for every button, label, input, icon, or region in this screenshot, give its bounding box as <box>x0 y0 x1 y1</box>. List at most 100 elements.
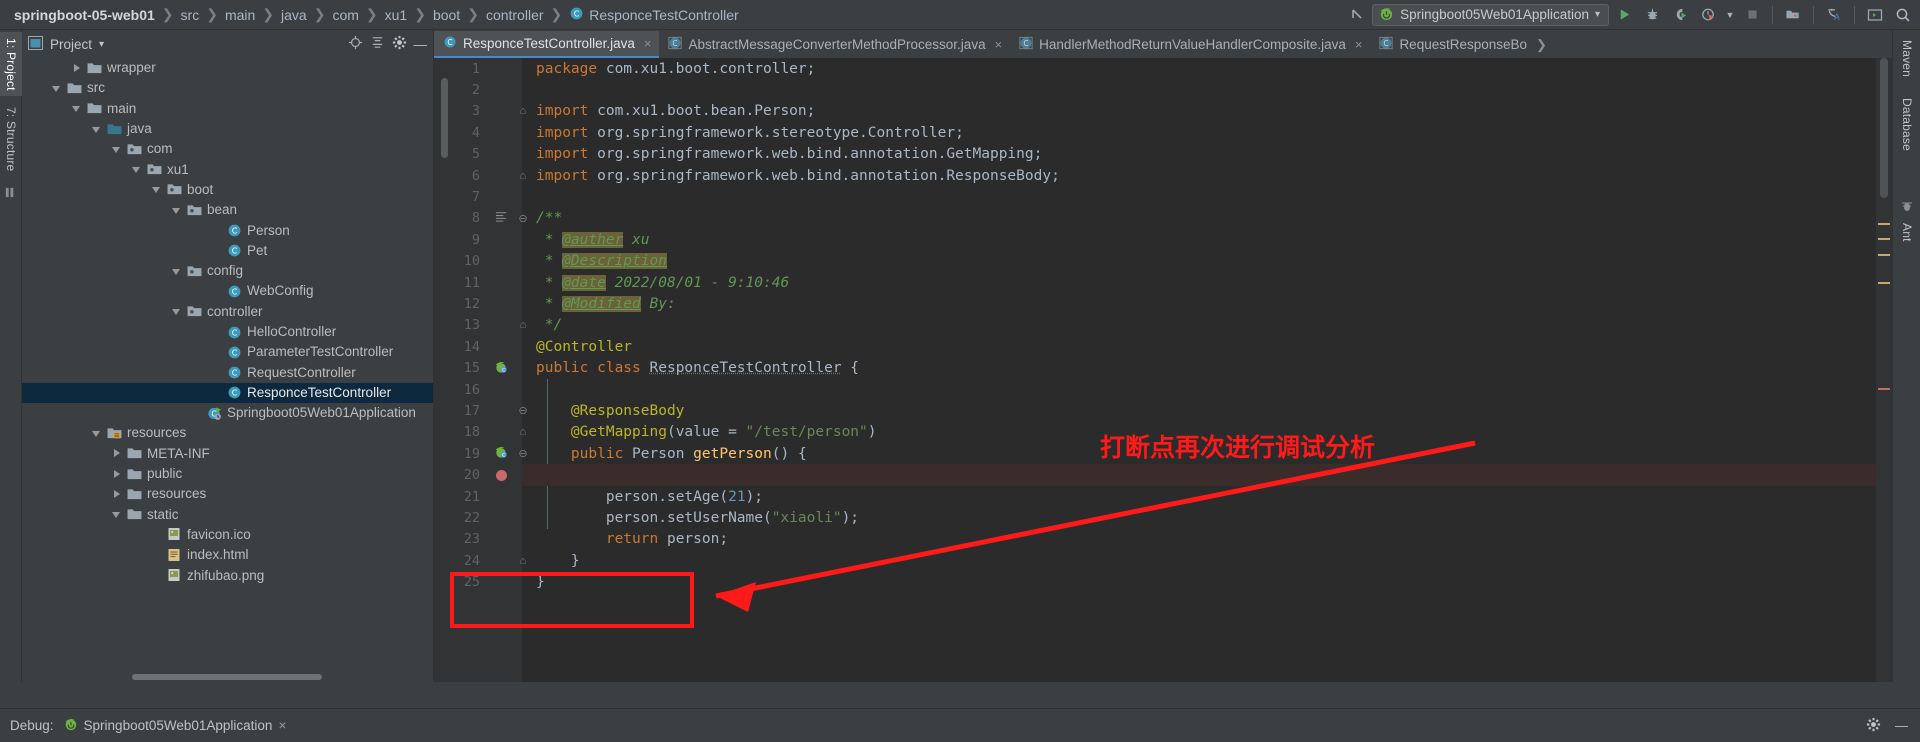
code-line[interactable]: 16 <box>434 379 1892 400</box>
tree-row[interactable]: index.html <box>22 545 433 565</box>
tree-row[interactable]: controller <box>22 302 433 322</box>
bookmarks-icon[interactable] <box>4 186 17 202</box>
chevron-down-icon[interactable] <box>92 428 103 439</box>
close-icon[interactable]: × <box>644 36 652 51</box>
chevron-right-icon[interactable] <box>112 448 123 459</box>
breadcrumb-item[interactable]: boot <box>429 7 464 23</box>
sidebar-item-maven[interactable]: Maven <box>1896 34 1918 84</box>
stop-button[interactable] <box>1739 3 1765 27</box>
code-fold-marker[interactable]: ⌂ <box>516 426 530 438</box>
hide-panel-icon[interactable]: — <box>1895 718 1908 733</box>
code-line[interactable]: 14 @Controller <box>434 336 1892 357</box>
chevron-down-icon[interactable]: ▾ <box>1595 9 1600 20</box>
code-line[interactable]: 8 ⊖ /** <box>434 208 1892 229</box>
profiler-icon[interactable] <box>1695 3 1721 27</box>
chevron-down-icon[interactable] <box>172 266 183 277</box>
close-icon[interactable]: × <box>995 37 1003 52</box>
debug-session-tab[interactable]: Springboot05Web01Application × <box>64 717 286 734</box>
breadcrumb-item[interactable]: C ResponceTestController <box>565 6 742 24</box>
chevron-down-icon[interactable] <box>132 164 143 175</box>
code-line[interactable]: 5 import org.springframework.web.bind.ann… <box>434 144 1892 165</box>
chevron-down-icon[interactable] <box>152 184 163 195</box>
editor-tab-active[interactable]: C ResponceTestController.java × <box>434 31 660 58</box>
tree-row[interactable]: public <box>22 464 433 484</box>
ant-build-icon[interactable] <box>1900 198 1914 215</box>
breadcrumb-item[interactable]: springboot-05-web01 <box>10 7 159 23</box>
breadcrumb-item[interactable]: com <box>328 7 362 23</box>
code-line[interactable]: 6 ⌂ import org.springframework.web.bind.an… <box>434 165 1892 186</box>
code-fold-marker[interactable]: ⌂ <box>516 105 530 117</box>
chevron-down-icon[interactable] <box>52 83 63 94</box>
project-file-tree[interactable]: wrapper src main java com xu1 boot bean … <box>22 58 433 670</box>
code-line[interactable]: 4 import org.springframework.stereotype.C… <box>434 122 1892 143</box>
settings-gear-icon[interactable] <box>392 35 407 53</box>
code-line[interactable]: 9 * @auther xu <box>434 229 1892 250</box>
tree-row[interactable]: main <box>22 99 433 119</box>
code-line[interactable]: 1 package com.xu1.boot.controller; <box>434 58 1892 79</box>
chevron-down-icon[interactable] <box>112 509 123 520</box>
breadcrumb-item[interactable]: java <box>277 7 311 23</box>
tree-row[interactable]: resources <box>22 423 433 443</box>
tree-row[interactable]: C Person <box>22 220 433 240</box>
code-line[interactable]: 10 * @Description <box>434 251 1892 272</box>
tree-row[interactable]: resources <box>22 484 433 504</box>
collapse-all-icon[interactable] <box>370 35 385 53</box>
editor-right-gutter[interactable] <box>1876 58 1892 682</box>
tree-row[interactable]: C Springboot05Web01Application <box>22 403 433 423</box>
tree-row[interactable]: bean <box>22 200 433 220</box>
code-fold-marker[interactable]: ⊖ <box>516 447 530 460</box>
code-line[interactable]: 17 ⊖ @ResponseBody <box>434 400 1892 421</box>
chevron-right-icon[interactable] <box>112 469 123 480</box>
chevron-right-icon[interactable] <box>72 63 83 74</box>
code-fold-marker[interactable]: ⌂ <box>516 555 530 567</box>
code-line[interactable]: 7 <box>434 186 1892 207</box>
breakpoint-icon[interactable] <box>495 469 507 481</box>
breadcrumb-item[interactable]: main <box>221 7 259 23</box>
tree-row[interactable]: src <box>22 78 433 98</box>
spring-bean-gutter-icon[interactable]: C <box>494 445 508 462</box>
code-line[interactable]: 13 ⌂ */ <box>434 315 1892 336</box>
chevron-down-icon[interactable] <box>72 103 83 114</box>
run-configuration-selector[interactable]: Springboot05Web01Application ▾ <box>1372 3 1609 26</box>
chevron-down-icon[interactable] <box>92 124 103 135</box>
editor-tab[interactable]: C HandlerMethodReturnValueHandlerComposi… <box>1010 31 1371 58</box>
sidebar-item-structure[interactable]: 7: Structure <box>0 102 22 176</box>
chevron-down-icon[interactable]: ▾ <box>99 39 104 50</box>
chevron-right-icon[interactable]: ❯ <box>1536 37 1547 53</box>
run-button[interactable] <box>1611 3 1637 27</box>
code-line[interactable]: 24 ⌂ } <box>434 550 1892 571</box>
editor-tab[interactable]: C RequestResponseBo ❯ <box>1370 31 1555 58</box>
tree-row[interactable]: C ParameterTestController <box>22 342 433 362</box>
code-fold-marker[interactable]: ⌂ <box>516 319 530 331</box>
tree-row-selected[interactable]: C ResponceTestController <box>22 382 433 404</box>
close-icon[interactable]: × <box>278 718 286 733</box>
hide-panel-icon[interactable]: — <box>414 37 428 52</box>
code-fold-marker[interactable]: ⊖ <box>516 212 530 225</box>
code-fold-marker[interactable]: ⊖ <box>516 404 530 417</box>
tree-row[interactable]: C HelloController <box>22 322 433 342</box>
spring-bean-gutter-icon[interactable]: C <box>494 360 508 377</box>
code-line[interactable]: 3 ⌂ import com.xu1.boot.bean.Person; <box>434 101 1892 122</box>
tree-row[interactable]: C WebConfig <box>22 281 433 301</box>
sidebar-item-project[interactable]: 1: Project <box>0 32 22 96</box>
chevron-down-icon[interactable] <box>172 306 183 317</box>
vertical-scrollbar[interactable] <box>1880 58 1888 198</box>
tree-row[interactable]: com <box>22 139 433 159</box>
tree-row[interactable]: C Pet <box>22 241 433 261</box>
code-line[interactable]: 23 return person; <box>434 529 1892 550</box>
breadcrumb-item[interactable]: controller <box>482 7 548 23</box>
tree-row[interactable]: static <box>22 505 433 525</box>
profiler-chevron-down-icon[interactable]: ▼ <box>1723 3 1737 27</box>
code-fold-marker[interactable]: ⌂ <box>516 170 530 182</box>
locate-icon[interactable] <box>348 35 363 53</box>
debug-bug-icon[interactable] <box>1639 3 1665 27</box>
tree-row[interactable]: wrapper <box>22 58 433 78</box>
code-line[interactable]: 12 * @Modified By: <box>434 293 1892 314</box>
arrow-up-left-icon[interactable] <box>1344 3 1370 27</box>
terminal-icon[interactable] <box>1862 3 1888 27</box>
chevron-down-icon[interactable] <box>172 205 183 216</box>
tree-row[interactable]: config <box>22 261 433 281</box>
code-line[interactable]: 22 person.setUserName("xiaoli"); <box>434 507 1892 528</box>
code-line[interactable]: 25} <box>434 571 1892 592</box>
tree-row[interactable]: boot <box>22 180 433 200</box>
